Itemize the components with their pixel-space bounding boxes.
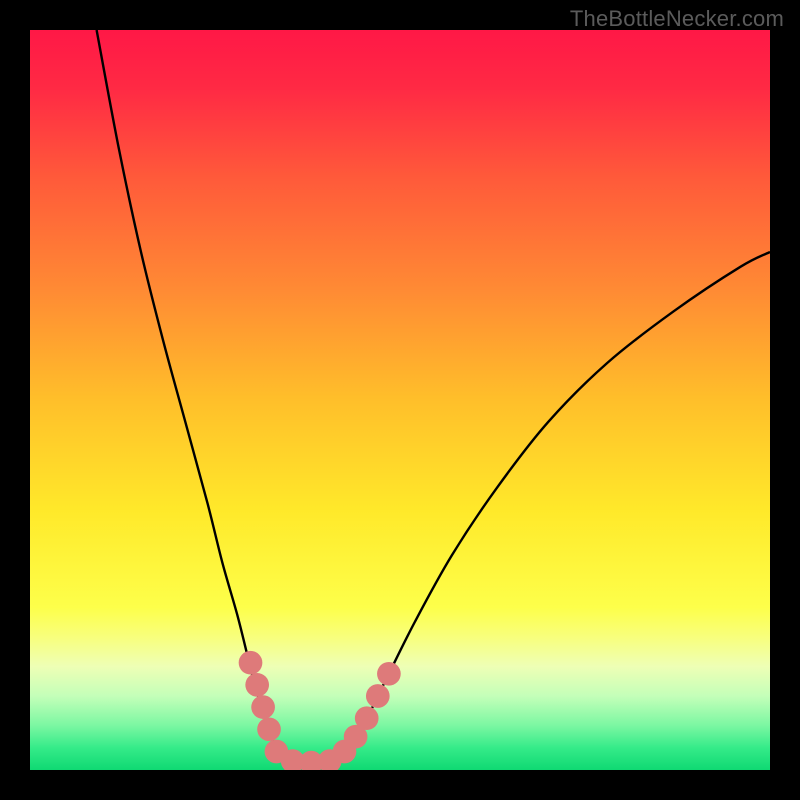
chart-frame: TheBottleNecker.com (0, 0, 800, 800)
data-marker (377, 662, 401, 686)
gradient-background (30, 30, 770, 770)
data-marker (245, 673, 269, 697)
data-marker (239, 651, 263, 675)
watermark-text: TheBottleNecker.com (570, 6, 784, 32)
bottleneck-chart (30, 30, 770, 770)
data-marker (257, 717, 281, 741)
data-marker (355, 706, 379, 730)
data-marker (366, 684, 390, 708)
data-marker (251, 695, 275, 719)
plot-area (30, 30, 770, 770)
